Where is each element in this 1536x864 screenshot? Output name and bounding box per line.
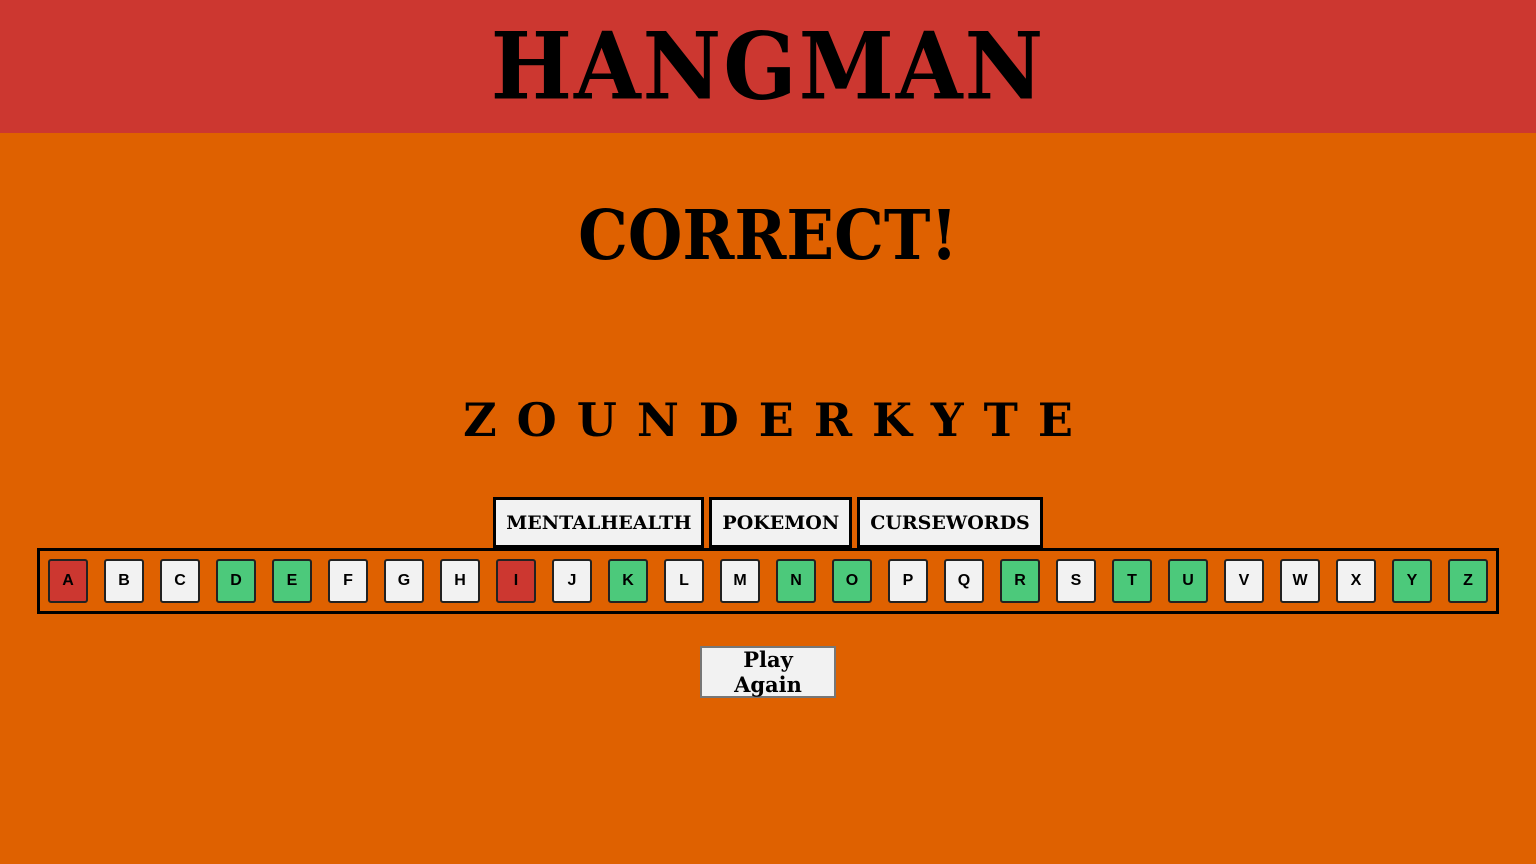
- letter-key-h[interactable]: H: [440, 559, 480, 603]
- letter-key-o[interactable]: O: [832, 559, 872, 603]
- letter-key-f[interactable]: F: [328, 559, 368, 603]
- category-bar: MENTALHEALTH POKEMON CURSEWORDS: [0, 497, 1536, 548]
- letter-keyboard: ABCDEFGHIJKLMNOPQRSTUVWXYZ: [37, 548, 1499, 614]
- word-display: ZOUNDERKYTE: [463, 393, 1093, 447]
- letter-key-d[interactable]: D: [216, 559, 256, 603]
- letter-key-v[interactable]: V: [1224, 559, 1264, 603]
- letter-key-e[interactable]: E: [272, 559, 312, 603]
- game-title: HANGMAN: [490, 11, 1046, 121]
- letter-key-q[interactable]: Q: [944, 559, 984, 603]
- letter-key-i[interactable]: I: [496, 559, 536, 603]
- letter-key-j[interactable]: J: [552, 559, 592, 603]
- letter-key-b[interactable]: B: [104, 559, 144, 603]
- letter-key-p[interactable]: P: [888, 559, 928, 603]
- category-button-pokemon[interactable]: POKEMON: [709, 497, 853, 548]
- category-button-cursewords[interactable]: CURSEWORDS: [857, 497, 1043, 548]
- letter-key-x[interactable]: X: [1336, 559, 1376, 603]
- letter-key-u[interactable]: U: [1168, 559, 1208, 603]
- letter-key-z[interactable]: Z: [1448, 559, 1488, 603]
- play-again-button[interactable]: Play Again: [700, 646, 836, 698]
- letter-key-s[interactable]: S: [1056, 559, 1096, 603]
- status-message: CORRECT!: [578, 196, 958, 276]
- letter-key-k[interactable]: K: [608, 559, 648, 603]
- letter-key-a[interactable]: A: [48, 559, 88, 603]
- letter-key-t[interactable]: T: [1112, 559, 1152, 603]
- letter-key-w[interactable]: W: [1280, 559, 1320, 603]
- category-button-mentalhealth[interactable]: MENTALHEALTH: [493, 497, 705, 548]
- letter-key-r[interactable]: R: [1000, 559, 1040, 603]
- letter-key-y[interactable]: Y: [1392, 559, 1432, 603]
- header-banner: HANGMAN: [0, 0, 1536, 133]
- letter-key-n[interactable]: N: [776, 559, 816, 603]
- letter-key-c[interactable]: C: [160, 559, 200, 603]
- letter-key-g[interactable]: G: [384, 559, 424, 603]
- letter-key-l[interactable]: L: [664, 559, 704, 603]
- letter-key-m[interactable]: M: [720, 559, 760, 603]
